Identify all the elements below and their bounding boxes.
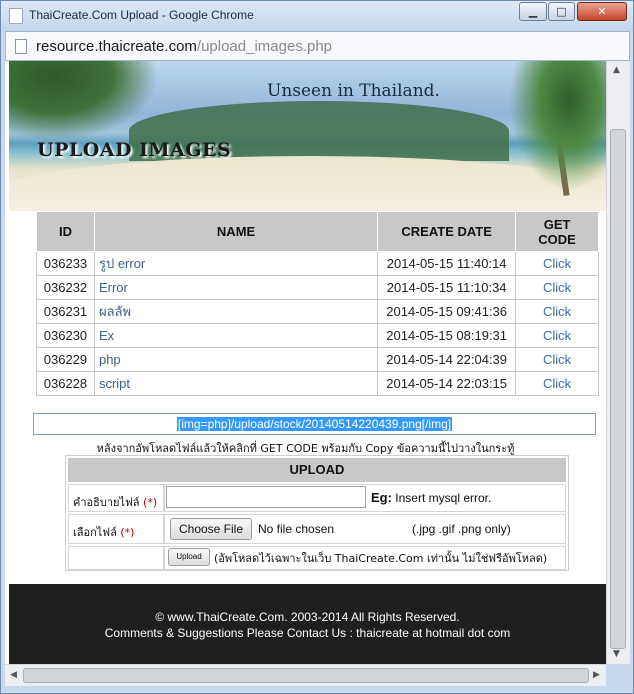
window-title: ThaiCreate.Com Upload - Google Chrome [29,8,254,22]
address-bar[interactable]: resource.thaicreate.com/upload_images.ph… [5,31,630,61]
copyright-text: © www.ThaiCreate.Com. 2003-2014 All Righ… [155,610,460,624]
page-icon [9,8,23,24]
row-date: 2014-05-15 11:40:14 [377,251,517,276]
upload-note: (อัพโหลดไว้เฉพาะในเว็บ ThaiCreate.Com เท… [214,552,548,565]
horizontal-scrollbar[interactable]: ◀ ▶ [5,664,606,686]
row-name-link[interactable]: php [93,347,379,372]
get-code-link[interactable]: Click [515,251,599,276]
get-code-link[interactable]: Click [515,299,599,324]
row-date: 2014-05-15 11:10:34 [377,275,517,300]
horizontal-scroll-thumb[interactable] [23,668,589,683]
header-get-code: GET CODE [515,211,599,252]
description-input[interactable] [166,486,366,508]
row-name-link[interactable]: script [93,371,379,396]
get-code-link[interactable]: Click [515,371,599,396]
vertical-scrollbar[interactable]: ▲ ▼ [606,61,630,664]
desc-label-cell: คำอธิบายไฟล์ (*) [68,484,164,512]
required-mark: (*) [120,526,135,539]
file-label-cell: เลือกไฟล์ (*) [68,514,164,544]
scroll-down-icon[interactable]: ▼ [613,649,620,659]
url-path: /upload_images.php [196,38,333,55]
banner-tagline: Unseen in Thailand. [267,81,440,101]
eg-label: Eg: [371,490,392,505]
scroll-right-icon[interactable]: ▶ [593,670,600,680]
row-id: 036228 [36,371,95,396]
row-date: 2014-05-15 08:19:31 [377,323,517,348]
row-name-link[interactable]: ผลลัพ [93,299,379,324]
row-date: 2014-05-15 09:41:36 [377,299,517,324]
maximize-button[interactable]: □ [548,2,575,21]
row-date: 2014-05-14 22:03:15 [377,371,517,396]
allowed-types-text: (.jpg .gif .png only) [412,522,511,536]
file-label: เลือกไฟล์ [73,526,117,539]
header-id: ID [36,211,95,252]
choose-file-button[interactable]: Choose File [170,518,252,540]
uploads-table: ID NAME CREATE DATE GET CODE 036233 รูป e… [36,211,599,396]
table-header-row: ID NAME CREATE DATE GET CODE [36,211,599,252]
required-mark: (*) [143,496,158,509]
image-code-field[interactable]: [img=php]/upload/stock/20140514220439.pn… [33,413,596,435]
close-button[interactable]: ✕ [577,2,627,21]
header-create-date: CREATE DATE [377,211,517,252]
row-id: 036231 [36,299,95,324]
document-icon [15,39,27,54]
header-banner: Unseen in Thailand. UPLOAD IMAGES [9,61,606,211]
upload-form: UPLOAD คำอธิบายไฟล์ (*) Eg: Insert mysql… [65,455,569,571]
url-host: resource.thaicreate.com [36,38,197,55]
row-name-link[interactable]: Error [93,275,379,300]
header-name: NAME [93,211,379,252]
no-file-text: No file chosen [258,522,335,536]
row-id: 036230 [36,323,95,348]
get-code-link[interactable]: Click [515,323,599,348]
page-title: UPLOAD IMAGES [37,139,232,161]
row-name-link[interactable]: รูป error [93,251,379,276]
browser-window: ThaiCreate.Com Upload - Google Chrome ▁ … [0,0,634,694]
empty-label-cell [68,546,164,570]
get-code-link[interactable]: Click [515,347,599,372]
row-id: 036229 [36,347,95,372]
scroll-left-icon[interactable]: ◀ [10,670,17,680]
table-row: 036230 Ex 2014-05-15 08:19:31 Click [36,323,599,348]
table-row: 036231 ผลลัพ 2014-05-15 09:41:36 Click [36,299,599,324]
row-id: 036233 [36,251,95,276]
palm-left-image [9,61,159,141]
table-row: 036228 script 2014-05-14 22:03:15 Click [36,371,599,396]
scroll-up-icon[interactable]: ▲ [613,65,620,75]
get-code-link[interactable]: Click [515,275,599,300]
palm-right-image [509,61,606,191]
vertical-scroll-thumb[interactable] [610,129,626,649]
contact-text: Comments & Suggestions Please Contact Us… [104,626,511,640]
row-name-link[interactable]: Ex [93,323,379,348]
table-row: 036229 php 2014-05-14 22:04:39 Click [36,347,599,372]
page-viewport: Unseen in Thailand. UPLOAD IMAGES ID NAM… [5,61,606,664]
image-code-selection: [img=php]/upload/stock/20140514220439.pn… [176,417,453,431]
eg-text: Insert mysql error. [395,491,492,505]
upload-form-heading: UPLOAD [68,458,566,482]
page-footer: © www.ThaiCreate.Com. 2003-2014 All Righ… [9,584,606,664]
upload-button[interactable]: Upload [168,548,210,566]
url-text[interactable]: resource.thaicreate.com/upload_images.ph… [36,38,332,55]
table-row: 036232 Error 2014-05-15 11:10:34 Click [36,275,599,300]
minimize-button[interactable]: ▁ [519,2,547,21]
table-row: 036233 รูป error 2014-05-15 11:40:14 Cli… [36,251,599,276]
title-bar[interactable]: ThaiCreate.Com Upload - Google Chrome ▁ … [1,1,633,31]
desc-label: คำอธิบายไฟล์ [73,496,140,509]
row-date: 2014-05-14 22:04:39 [377,347,517,372]
row-id: 036232 [36,275,95,300]
